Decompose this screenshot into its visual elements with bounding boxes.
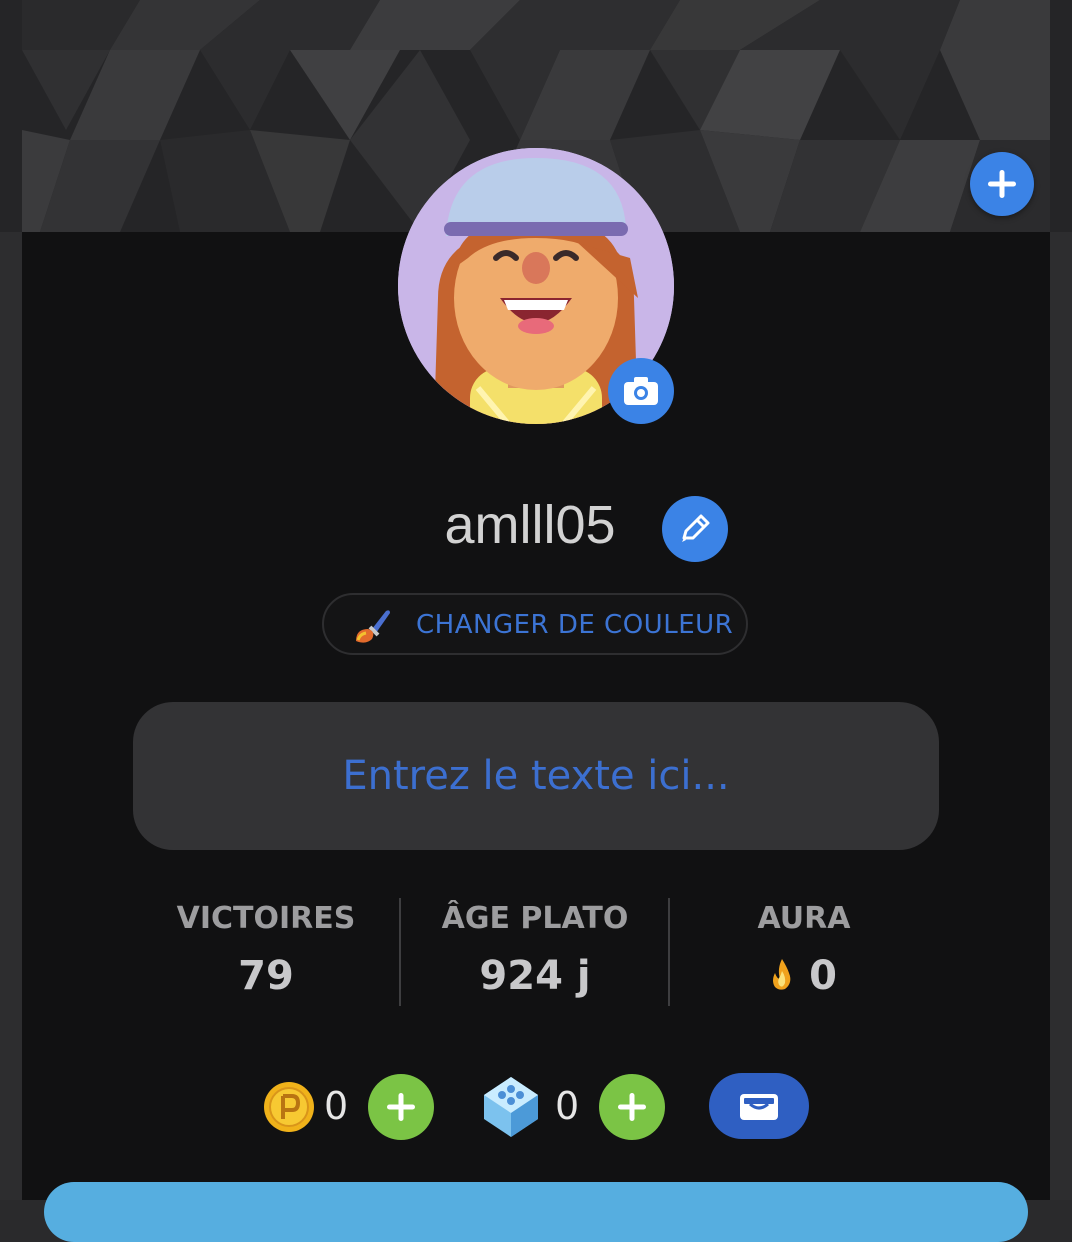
stat-value: 924 j (479, 953, 591, 999)
plus-icon (988, 170, 1016, 198)
change-color-label: CHANGER DE COULEUR (416, 610, 734, 640)
change-photo-button[interactable] (608, 358, 674, 424)
wallet-icon (740, 1094, 778, 1120)
username: amlll05 (444, 495, 616, 555)
pencil-icon (682, 514, 710, 542)
stat-label: AURA (757, 901, 851, 936)
flame-icon (773, 959, 791, 990)
stat-plato-age: ÂGE PLATO 924 j (401, 895, 669, 1009)
stat-aura-value: 0 (670, 943, 938, 1009)
camera-icon (624, 377, 658, 405)
gem-icon (484, 1077, 538, 1137)
stat-aura: AURA 0 (670, 895, 938, 1009)
plus-icon (387, 1093, 415, 1121)
stat-victories: VICTOIRES 79 (132, 895, 400, 1009)
buy-gems-button[interactable] (599, 1074, 665, 1140)
change-color-button[interactable]: CHANGER DE COULEUR (322, 593, 748, 655)
bio-input[interactable]: Entrez le texte ici... (133, 702, 939, 850)
wallet-button[interactable] (709, 1073, 809, 1139)
bio-placeholder: Entrez le texte ici... (342, 753, 730, 799)
coin-balance: 0 (324, 1084, 349, 1128)
buy-coins-button[interactable] (368, 1074, 434, 1140)
stat-value: 79 (238, 953, 294, 999)
plus-icon (618, 1093, 646, 1121)
add-banner-button[interactable] (970, 152, 1034, 216)
stat-label: ÂGE PLATO (441, 901, 629, 936)
paintbrush-icon (356, 610, 390, 643)
edit-username-button[interactable] (662, 496, 728, 562)
coin-icon (264, 1082, 314, 1132)
bottom-action-bar[interactable] (44, 1182, 1028, 1242)
aura-value: 0 (809, 953, 837, 999)
stat-label: VICTOIRES (176, 901, 356, 936)
gem-balance: 0 (555, 1084, 580, 1128)
